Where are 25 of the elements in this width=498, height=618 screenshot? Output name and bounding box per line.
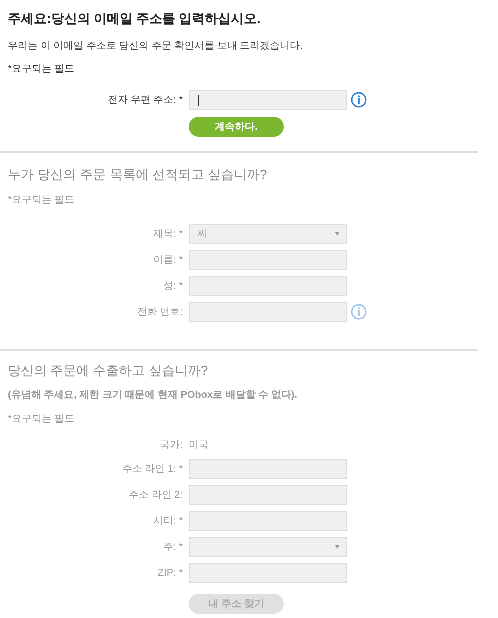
field-label: 주소 라인 2: (128, 489, 183, 502)
caret-icon (335, 545, 340, 549)
field-label: 주: * (162, 541, 183, 554)
note-text: (유념해 주세요, 제한 크기 때문에 현재 PObox로 배달할 수 없다). (8, 389, 298, 403)
field-label: 전자 우편 주소: * (106, 94, 183, 107)
field-label: 성: * (162, 280, 183, 293)
required-note: *요구되는 필드 (8, 194, 76, 208)
field-label: 주소 라인 1: * (121, 463, 183, 476)
field-label: 제목: * (152, 228, 183, 241)
field-label: ZIP: * (156, 568, 183, 578)
required-note: *요구되는 필드 (8, 413, 76, 427)
field-label: 이름: * (152, 254, 183, 267)
description-text: 우리는 이 이메일 주소로 당신의 주문 확인서를 보내 드리겠습니다. (8, 40, 304, 54)
field-label: 전화 번호: (136, 306, 183, 319)
section-title: 누가 당신의 주문 목록에 선적되고 싶습니까? (8, 166, 268, 184)
info-icon[interactable] (351, 92, 367, 108)
section-title: 주세요:당신의 이메일 주소를 입력하십시오. (8, 10, 262, 28)
caret-icon (335, 232, 340, 236)
section-title: 당신의 주문에 수출하고 싶습니까? (8, 362, 210, 380)
field-label: 시티: * (152, 515, 183, 528)
input-field[interactable] (189, 90, 347, 110)
field-value: 미국 (189, 439, 209, 452)
continue-button[interactable]: 계속하다. (189, 117, 284, 137)
field-label: 국가: (159, 439, 183, 452)
required-note: *요구되는 필드 (8, 63, 76, 77)
